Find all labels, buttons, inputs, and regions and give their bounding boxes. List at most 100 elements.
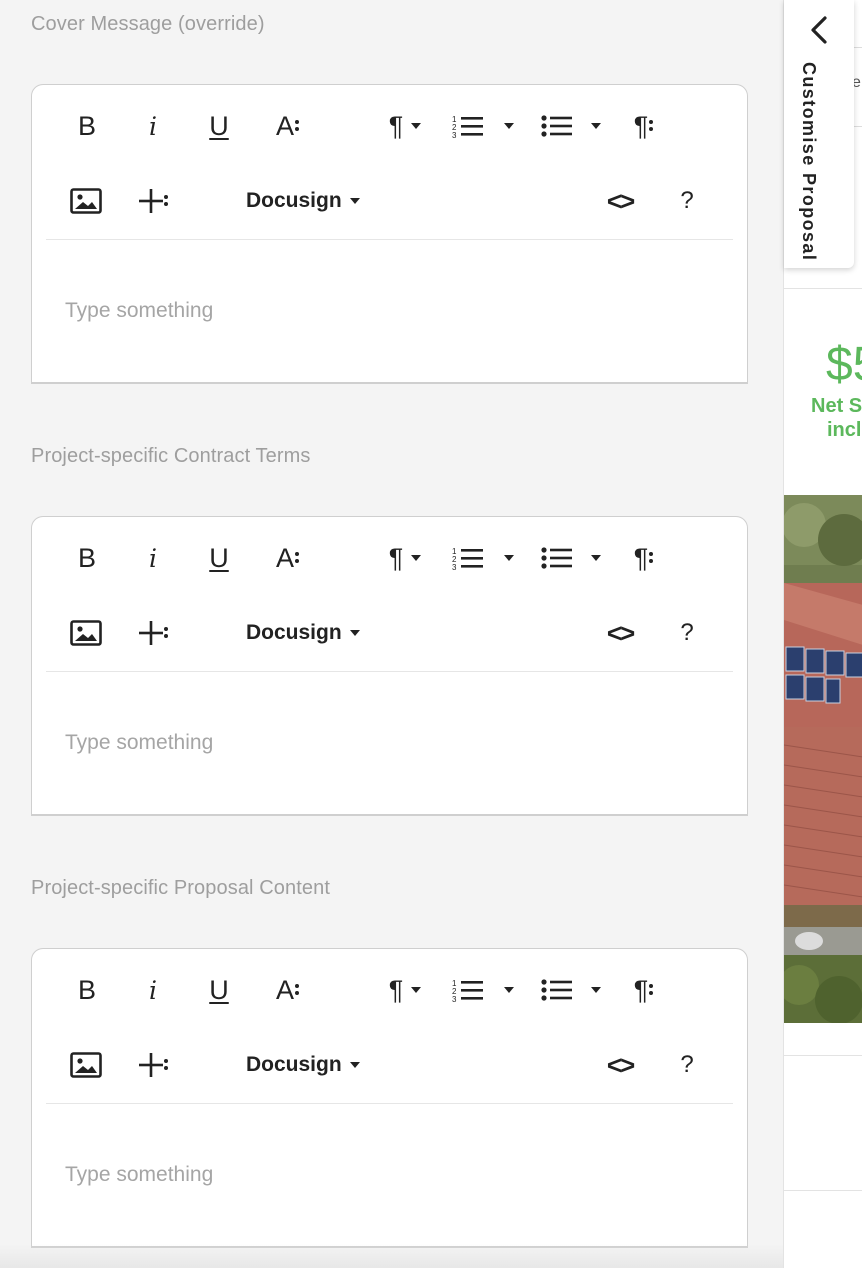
editor-proposal-content: B i U A ¶ 123 ¶ Docusign <> ? Type somet… bbox=[31, 948, 748, 1248]
docusign-label: Docusign bbox=[246, 1053, 342, 1076]
plus-icon bbox=[139, 189, 163, 213]
code-label: <> bbox=[606, 1049, 635, 1080]
help-label: ? bbox=[680, 187, 694, 214]
paragraph-format-dropdown[interactable]: ¶ bbox=[382, 540, 428, 576]
section-label-contract-terms: Project-specific Contract Terms bbox=[31, 445, 311, 467]
docusign-dropdown[interactable]: Docusign bbox=[246, 1047, 366, 1083]
underline-button[interactable]: U bbox=[204, 972, 234, 1008]
font-size-button[interactable]: A bbox=[270, 108, 306, 144]
paragraph-more-label: ¶ bbox=[633, 974, 649, 1005]
paragraph-format-dropdown[interactable]: ¶ bbox=[382, 972, 428, 1008]
svg-text:3: 3 bbox=[452, 563, 457, 570]
code-view-button[interactable]: <> bbox=[600, 1047, 640, 1083]
net-price-caption-2: incl bbox=[827, 419, 862, 441]
editor-placeholder[interactable]: Type something bbox=[65, 731, 213, 755]
docusign-label: Docusign bbox=[246, 189, 342, 212]
paragraph-more-button[interactable]: ¶ bbox=[626, 972, 662, 1008]
more-dots-icon bbox=[295, 552, 299, 563]
bullet-list-icon bbox=[541, 115, 572, 137]
font-size-label: A bbox=[275, 542, 294, 573]
font-size-label: A bbox=[275, 974, 294, 1005]
ordered-list-icon: 123 bbox=[452, 979, 483, 1002]
insert-more-button[interactable] bbox=[134, 183, 174, 219]
paragraph-label: ¶ bbox=[388, 974, 404, 1005]
caret-down-icon bbox=[591, 555, 601, 561]
help-button[interactable]: ? bbox=[672, 1047, 702, 1083]
more-dots-icon bbox=[295, 984, 299, 995]
plus-icon bbox=[139, 1053, 163, 1077]
caret-down-icon bbox=[504, 123, 514, 129]
more-dots-icon bbox=[164, 195, 168, 206]
customise-proposal-label: Customise Proposal bbox=[799, 62, 819, 262]
paragraph-more-label: ¶ bbox=[633, 542, 649, 573]
toolbar-divider bbox=[46, 239, 733, 240]
help-button[interactable]: ? bbox=[672, 183, 702, 219]
svg-text:3: 3 bbox=[452, 995, 457, 1002]
caret-down-icon bbox=[349, 1062, 360, 1068]
editor-cover-message: B i U A ¶ 123 ¶ Docusign <> ? Type somet… bbox=[31, 84, 748, 384]
insert-image-button[interactable] bbox=[68, 615, 104, 651]
ordered-list-dropdown[interactable]: 123 bbox=[450, 108, 516, 144]
caret-down-icon bbox=[411, 987, 422, 993]
help-button[interactable]: ? bbox=[672, 615, 702, 651]
insert-image-button[interactable] bbox=[68, 183, 104, 219]
more-dots-icon bbox=[649, 984, 654, 995]
italic-button[interactable]: i bbox=[138, 108, 168, 144]
paragraph-more-button[interactable]: ¶ bbox=[626, 108, 662, 144]
roof-solar-photo bbox=[784, 495, 862, 1023]
paragraph-format-dropdown[interactable]: ¶ bbox=[382, 108, 428, 144]
image-icon bbox=[70, 1052, 102, 1078]
underline-button[interactable]: U bbox=[204, 540, 234, 576]
bold-button[interactable]: B bbox=[72, 108, 102, 144]
ordered-list-dropdown[interactable]: 123 bbox=[450, 540, 516, 576]
paragraph-more-button[interactable]: ¶ bbox=[626, 540, 662, 576]
caret-down-icon bbox=[349, 630, 360, 636]
toolbar-divider bbox=[46, 1103, 733, 1104]
more-dots-icon bbox=[649, 120, 654, 131]
caret-down-icon bbox=[591, 123, 601, 129]
plus-icon bbox=[139, 621, 163, 645]
caret-down-icon bbox=[504, 555, 514, 561]
docusign-dropdown[interactable]: Docusign bbox=[246, 615, 366, 651]
net-price-caption: Net S bbox=[811, 395, 862, 417]
bullet-list-icon bbox=[541, 547, 572, 569]
help-label: ? bbox=[680, 619, 694, 646]
caret-down-icon bbox=[591, 987, 601, 993]
bold-button[interactable]: B bbox=[72, 972, 102, 1008]
caret-down-icon bbox=[411, 123, 422, 129]
insert-more-button[interactable] bbox=[134, 1047, 174, 1083]
chevron-left-icon[interactable] bbox=[810, 16, 828, 49]
font-size-label: A bbox=[275, 110, 294, 141]
code-view-button[interactable]: <> bbox=[600, 183, 640, 219]
insert-more-button[interactable] bbox=[134, 615, 174, 651]
paragraph-label: ¶ bbox=[388, 110, 404, 141]
underline-button[interactable]: U bbox=[204, 108, 234, 144]
ordered-list-dropdown[interactable]: 123 bbox=[450, 972, 516, 1008]
italic-button[interactable]: i bbox=[138, 540, 168, 576]
more-dots-icon bbox=[164, 627, 168, 638]
bullet-list-icon bbox=[541, 979, 572, 1001]
insert-image-button[interactable] bbox=[68, 1047, 104, 1083]
unordered-list-dropdown[interactable] bbox=[538, 972, 604, 1008]
customise-proposal-tab[interactable]: Customise Proposal bbox=[784, 0, 854, 268]
net-price: $5 bbox=[826, 338, 862, 391]
docusign-dropdown[interactable]: Docusign bbox=[246, 183, 366, 219]
paragraph-more-label: ¶ bbox=[633, 110, 649, 141]
unordered-list-dropdown[interactable] bbox=[538, 108, 604, 144]
ordered-list-icon: 123 bbox=[452, 115, 483, 138]
toolbar-divider bbox=[46, 671, 733, 672]
peek-card[interactable]: e bbox=[854, 47, 862, 127]
code-view-button[interactable]: <> bbox=[600, 615, 640, 651]
bold-button[interactable]: B bbox=[72, 540, 102, 576]
caret-down-icon bbox=[349, 198, 360, 204]
price-summary-card: $5 Net S incl bbox=[784, 288, 862, 1056]
italic-button[interactable]: i bbox=[138, 972, 168, 1008]
font-size-button[interactable]: A bbox=[270, 540, 306, 576]
editor-placeholder[interactable]: Type something bbox=[65, 1163, 213, 1187]
docusign-label: Docusign bbox=[246, 621, 342, 644]
preview-lower-card bbox=[784, 1190, 862, 1269]
font-size-button[interactable]: A bbox=[270, 972, 306, 1008]
unordered-list-dropdown[interactable] bbox=[538, 540, 604, 576]
editor-placeholder[interactable]: Type something bbox=[65, 299, 213, 323]
help-label: ? bbox=[680, 1051, 694, 1078]
